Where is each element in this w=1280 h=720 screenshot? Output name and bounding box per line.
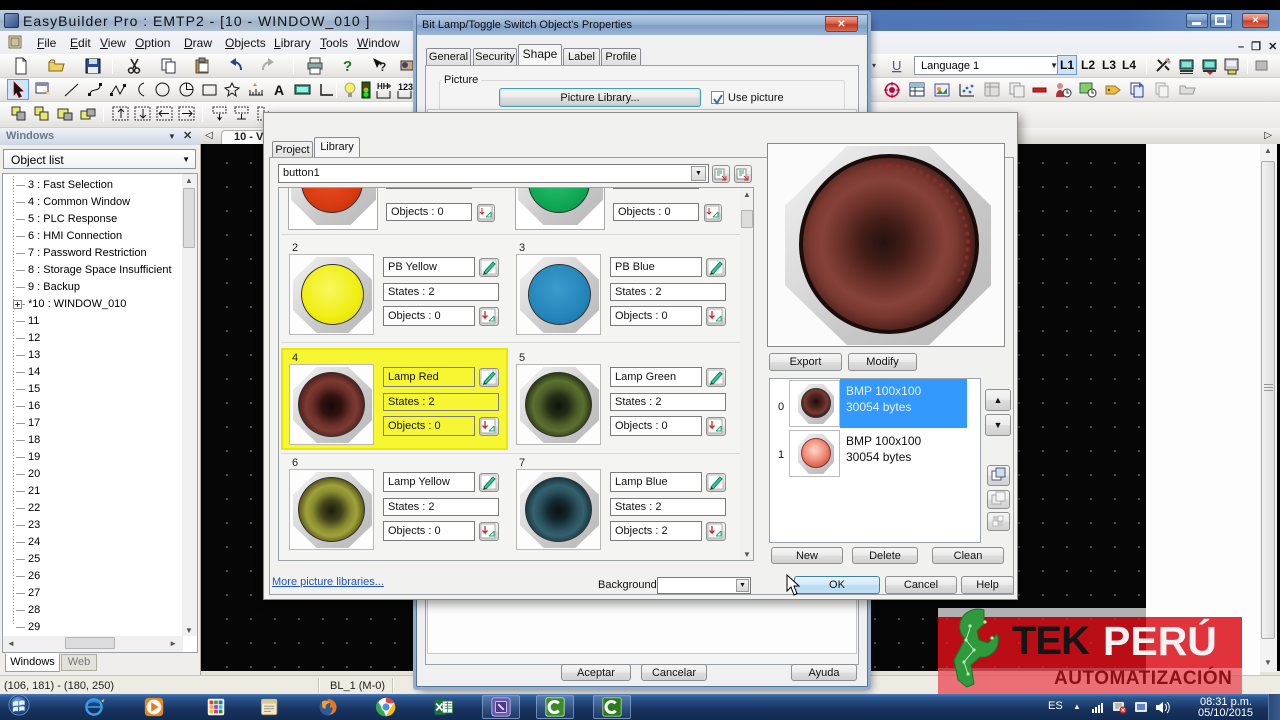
svg-text:A: A <box>274 82 284 98</box>
svg-text:123: 123 <box>398 82 413 92</box>
svg-text:?: ? <box>379 60 386 74</box>
svg-text:U: U <box>892 58 901 73</box>
svg-text:?: ? <box>343 58 352 75</box>
